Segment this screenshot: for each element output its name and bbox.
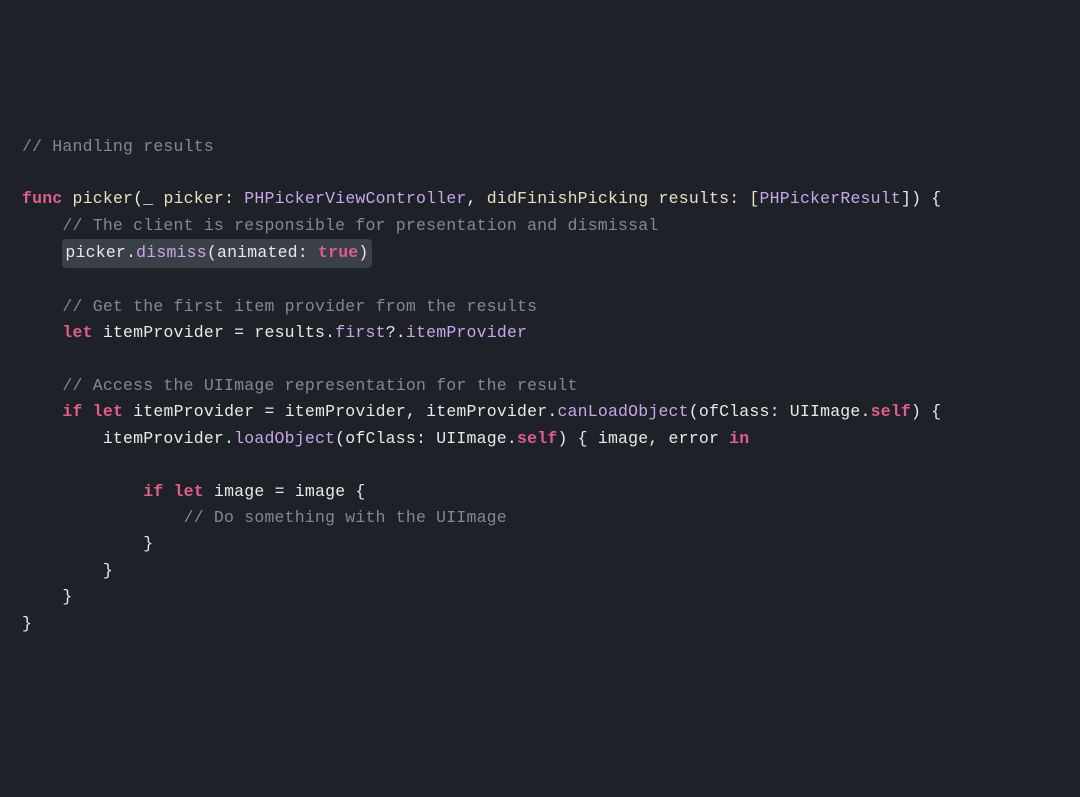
punct: ( bbox=[133, 189, 143, 208]
underscore: _ bbox=[143, 189, 153, 208]
punct: , bbox=[467, 189, 487, 208]
keyword-true: true bbox=[318, 243, 358, 262]
brace: } bbox=[22, 561, 113, 580]
keyword-func: func bbox=[22, 189, 62, 208]
comment: // Do something with the UIImage bbox=[22, 508, 507, 527]
param-label: picker: bbox=[153, 189, 244, 208]
keyword-self: self bbox=[871, 402, 911, 421]
param-label: didFinishPicking bbox=[487, 189, 649, 208]
comment: // Access the UIImage representation for… bbox=[22, 376, 578, 395]
punct: ]) { bbox=[901, 189, 941, 208]
comment: // Handling results bbox=[22, 137, 214, 156]
brace: } bbox=[22, 614, 32, 633]
identifier: itemProvider = results. bbox=[93, 323, 335, 342]
func-name: picker bbox=[73, 189, 134, 208]
identifier: image = image { bbox=[204, 482, 366, 501]
brace: } bbox=[22, 587, 73, 606]
keyword-let: let bbox=[93, 402, 123, 421]
method: dismiss bbox=[136, 243, 207, 262]
type: PHPickerResult bbox=[760, 189, 901, 208]
closure: ) { image, error bbox=[557, 429, 729, 448]
identifier: itemProvider = itemProvider, itemProvide… bbox=[123, 402, 557, 421]
keyword-self: self bbox=[517, 429, 557, 448]
type: PHPickerViewController bbox=[244, 189, 466, 208]
highlighted-line: picker.dismiss(animated: true) bbox=[62, 239, 371, 267]
indent bbox=[22, 243, 62, 262]
punct: ) bbox=[358, 243, 368, 262]
punct: ?. bbox=[386, 323, 406, 342]
param-label: results: [ bbox=[648, 189, 759, 208]
punct: ) { bbox=[911, 402, 941, 421]
identifier: itemProvider. bbox=[22, 429, 234, 448]
keyword-let: let bbox=[174, 482, 204, 501]
code-editor: // Handling results func picker(_ picker… bbox=[22, 134, 1058, 637]
brace: } bbox=[22, 534, 153, 553]
property: first bbox=[335, 323, 386, 342]
method: loadObject bbox=[234, 429, 335, 448]
args: (ofClass: UIImage. bbox=[689, 402, 871, 421]
identifier: picker. bbox=[65, 243, 136, 262]
comment: // The client is responsible for present… bbox=[22, 216, 658, 235]
keyword-in: in bbox=[729, 429, 749, 448]
keyword-if: if bbox=[62, 402, 82, 421]
args: (ofClass: UIImage. bbox=[335, 429, 517, 448]
keyword-let: let bbox=[62, 323, 92, 342]
keyword-if: if bbox=[143, 482, 163, 501]
comment: // Get the first item provider from the … bbox=[22, 297, 537, 316]
method: canLoadObject bbox=[557, 402, 688, 421]
args: (animated: bbox=[207, 243, 318, 262]
property: itemProvider bbox=[406, 323, 527, 342]
